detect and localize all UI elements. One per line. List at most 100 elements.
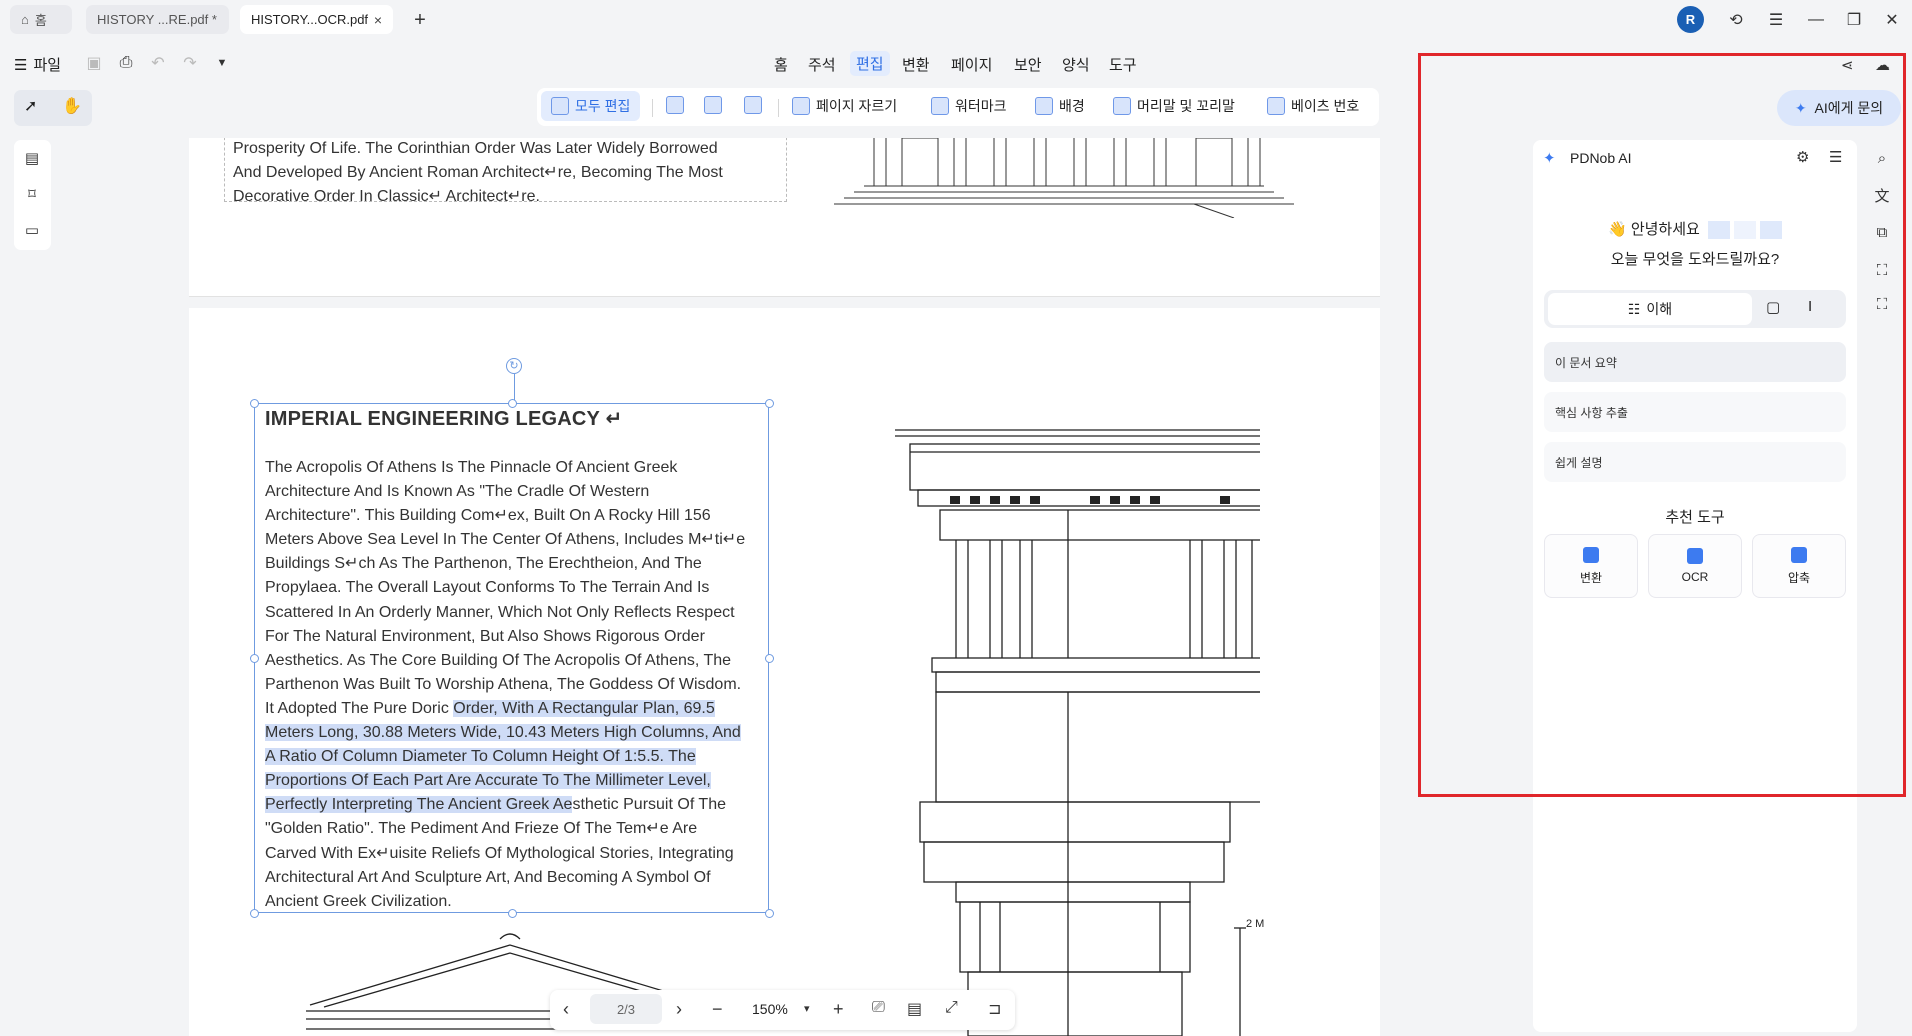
- zoom-level[interactable]: 150%: [752, 1001, 788, 1017]
- save-icon[interactable]: ▣: [82, 51, 106, 75]
- document-page-1: Prosperity Of Life. The Corinthian Order…: [189, 138, 1380, 297]
- add-link-button[interactable]: [744, 96, 762, 114]
- menu-convert[interactable]: 변환: [902, 54, 930, 75]
- text-line: Carved With Ex↵uisite Reliefs Of Mytholo…: [265, 844, 734, 862]
- text-segment: sthetic Pursuit Of The: [572, 796, 726, 814]
- text-line: Ancient Greek Civilization.: [265, 892, 452, 910]
- fit-page-icon[interactable]: ⎚: [872, 999, 885, 1017]
- background-icon: [1035, 97, 1053, 115]
- text-line: Architectural Art And Sculpture Art, And…: [265, 868, 711, 886]
- dropdown-icon[interactable]: ▼: [210, 51, 234, 75]
- fit-width-icon[interactable]: ▤: [907, 999, 922, 1019]
- undo-icon[interactable]: ↶: [146, 51, 170, 75]
- menu-icon[interactable]: ☰: [1764, 8, 1788, 32]
- fullscreen-icon[interactable]: ⤢: [945, 999, 958, 1017]
- menu-tools[interactable]: 도구: [1109, 54, 1137, 75]
- comment-icon[interactable]: ▭: [22, 221, 42, 241]
- tab-document-1-label: HISTORY ...RE.pdf *: [97, 12, 217, 27]
- add-image-button[interactable]: [704, 96, 722, 114]
- resize-handle[interactable]: [250, 654, 259, 663]
- bates-number-button[interactable]: 베이츠 번호: [1267, 96, 1359, 116]
- zoom-out-icon[interactable]: −: [712, 999, 723, 1020]
- hand-icon[interactable]: ✋: [62, 96, 82, 116]
- window-close-icon[interactable]: ✕: [1880, 8, 1904, 32]
- highlighted-text: Proportions Of Each Part Are Accurate To…: [265, 772, 711, 790]
- next-page-icon[interactable]: ›: [676, 999, 682, 1020]
- resize-handle[interactable]: [765, 909, 774, 918]
- resize-handle[interactable]: [250, 399, 259, 408]
- link-icon: [744, 96, 762, 114]
- text-line: Architecture". This Building Com↵ex, Bui…: [265, 507, 711, 525]
- column-drawing: [895, 429, 1260, 1036]
- resize-handle[interactable]: [250, 909, 259, 918]
- crop-button[interactable]: 페이지 자르기: [792, 96, 897, 116]
- page-number-input[interactable]: 2/3: [590, 994, 662, 1024]
- menu-form[interactable]: 양식: [1062, 54, 1090, 75]
- bates-label: 베이츠 번호: [1291, 98, 1360, 114]
- text-line: For The Natural Environment, But Also Sh…: [265, 627, 705, 645]
- bookmark-icon[interactable]: ⌑: [22, 185, 42, 205]
- tab-document-2[interactable]: HISTORY...OCR.pdf ×: [240, 5, 393, 34]
- thumbnails-icon[interactable]: ▤: [22, 149, 42, 169]
- scale-label: 2 M: [1246, 918, 1265, 930]
- resize-handle[interactable]: [765, 654, 774, 663]
- text-line: Scattered In An Orderly Manner, Which No…: [265, 603, 735, 621]
- text-line: Decorative Order In Classic↵ Architect↵r…: [233, 188, 540, 205]
- highlighted-text: A Ratio Of Column Diameter To Column Hei…: [265, 748, 696, 766]
- zoom-in-icon[interactable]: +: [833, 999, 844, 1020]
- menu-security[interactable]: 보안: [1014, 54, 1042, 75]
- header-footer-button[interactable]: 머리말 및 꼬리말: [1113, 96, 1235, 116]
- print-icon[interactable]: ⎙: [114, 51, 138, 75]
- file-menu[interactable]: ☰ 파일: [14, 54, 61, 75]
- minimize-icon[interactable]: —: [1804, 8, 1828, 32]
- text-segment: It Adopted The Pure Doric: [265, 699, 454, 717]
- text-line: The Acropolis Of Athens Is The Pinnacle …: [265, 459, 678, 476]
- zoom-dropdown-icon[interactable]: ▾: [804, 1002, 810, 1015]
- highlighted-text: Order, With A Rectangular Plan, 69.5: [453, 699, 715, 717]
- sync-icon[interactable]: ⟲: [1724, 8, 1748, 32]
- prev-page-icon[interactable]: ‹: [563, 999, 569, 1020]
- highlighted-text: Perfectly Interpreting The Ancient Greek…: [265, 796, 573, 814]
- menu-edit[interactable]: 편집: [850, 51, 890, 76]
- add-text-button[interactable]: [666, 96, 684, 114]
- text-icon: [666, 96, 684, 114]
- text-line: A Ratio Of Column Diameter To Column Hei…: [265, 745, 765, 769]
- header-footer-icon: [1113, 97, 1131, 115]
- edit-all-label: 모두 편집: [575, 98, 631, 114]
- page1-text-block[interactable]: Prosperity Of Life. The Corinthian Order…: [224, 138, 787, 205]
- avatar[interactable]: R: [1677, 6, 1704, 33]
- header-footer-label: 머리말 및 꼬리말: [1137, 98, 1235, 114]
- new-tab-button[interactable]: +: [408, 8, 432, 32]
- body-text[interactable]: The Acropolis Of Athens Is The Pinnacle …: [265, 456, 765, 914]
- divider: [652, 99, 653, 117]
- image-icon: [704, 96, 722, 114]
- crop-icon: [792, 97, 810, 115]
- text-line: Parthenon Was Built To Worship Athena, T…: [265, 675, 742, 693]
- menu-page[interactable]: 페이지: [951, 54, 992, 75]
- home-icon: ⌂: [21, 12, 29, 27]
- edit-icon: [551, 97, 569, 115]
- edit-all-button[interactable]: 모두 편집: [541, 91, 641, 121]
- temple-drawing: [834, 138, 1294, 218]
- resize-handle[interactable]: [765, 399, 774, 408]
- restore-icon[interactable]: ❐: [1842, 8, 1866, 32]
- tab-home[interactable]: ⌂ 홈: [10, 5, 72, 34]
- file-menu-label: 파일: [33, 57, 62, 74]
- text-line: Aesthetics. As The Core Building Of The …: [265, 651, 732, 669]
- rotate-handle-icon[interactable]: ↻: [506, 358, 522, 374]
- text-line: "Golden Ratio". The Pediment And Frieze …: [265, 820, 698, 838]
- crop-label: 페이지 자르기: [816, 98, 898, 114]
- menu-home[interactable]: 홈: [774, 54, 788, 75]
- close-icon[interactable]: ×: [374, 12, 382, 28]
- text-line: Architecture And Is Known As "The Cradle…: [265, 483, 650, 501]
- text-line: And Developed By Ancient Roman Architect…: [233, 164, 723, 181]
- background-button[interactable]: 배경: [1035, 96, 1085, 116]
- background-label: 배경: [1059, 98, 1085, 114]
- menu-annotate[interactable]: 주석: [808, 54, 836, 75]
- tab-document-1[interactable]: HISTORY ...RE.pdf *: [86, 5, 229, 34]
- redo-icon[interactable]: ↷: [178, 51, 202, 75]
- section-heading[interactable]: IMPERIAL ENGINEERING LEGACY ↵: [265, 406, 622, 431]
- single-page-icon[interactable]: ⊐: [988, 999, 1001, 1019]
- select-cursor-icon[interactable]: ➚: [24, 96, 37, 116]
- watermark-button[interactable]: 워터마크: [931, 96, 1007, 116]
